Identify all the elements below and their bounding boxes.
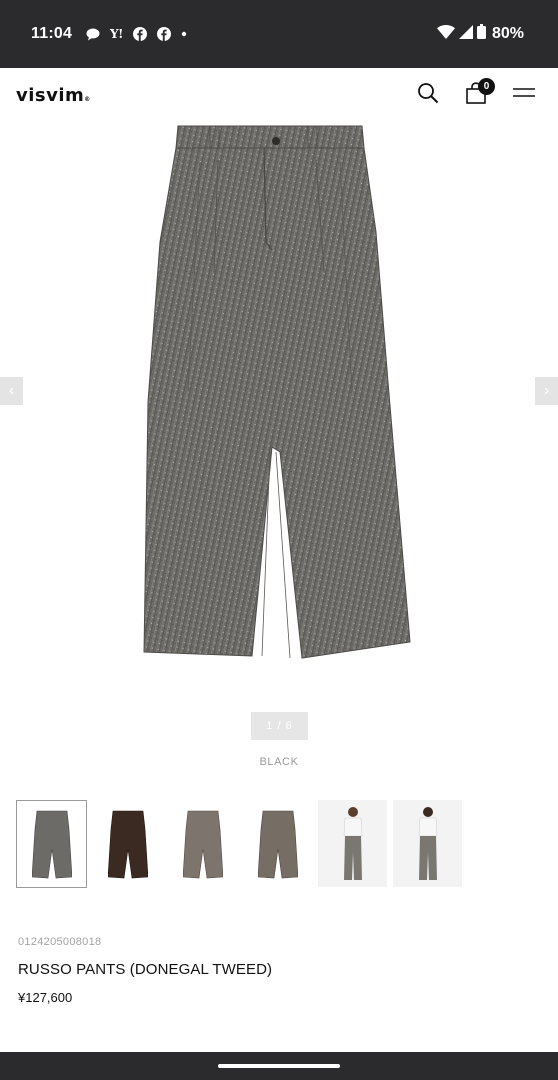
product-info: 0124205008018 RUSSO PANTS (DONEGAL TWEED… xyxy=(18,936,272,1005)
battery-level: 80% xyxy=(491,25,524,42)
battery-icon xyxy=(476,24,486,44)
color-name: BLACK xyxy=(259,756,299,768)
product-gallery: ‹ › xyxy=(0,122,558,702)
status-right: 80% xyxy=(436,24,524,44)
facebook-icon xyxy=(132,27,147,41)
cart-button[interactable]: 0 xyxy=(456,75,496,115)
gallery-next-button[interactable]: › xyxy=(535,377,558,405)
product-main-image[interactable] xyxy=(140,122,415,667)
header-actions: 0 xyxy=(408,75,544,115)
logo-mark: ® xyxy=(84,95,91,103)
cell-signal-icon xyxy=(458,24,473,44)
status-bar: 11:04 Y! 80% xyxy=(0,0,558,68)
status-time: 11:04 xyxy=(31,25,73,42)
facebook-icon xyxy=(156,27,171,41)
product-sku: 0124205008018 xyxy=(18,936,102,948)
yahoo-icon: Y! xyxy=(110,27,123,41)
thumbnail-grey[interactable] xyxy=(16,800,87,888)
thumbnail-model-front[interactable] xyxy=(318,800,387,887)
hamburger-menu-icon xyxy=(513,86,535,104)
home-gesture-handle[interactable] xyxy=(218,1064,340,1068)
menu-button[interactable] xyxy=(504,75,544,115)
thumbnail-taupe[interactable] xyxy=(168,800,237,887)
wifi-icon xyxy=(436,24,455,44)
thumbnail-brown[interactable] xyxy=(93,800,162,887)
thumbnail-taupe-alt[interactable] xyxy=(243,800,312,887)
search-icon xyxy=(417,82,439,109)
dot-icon xyxy=(181,31,187,37)
thumbnail-model-back[interactable] xyxy=(393,800,462,887)
product-name: RUSSO PANTS (DONEGAL TWEED) xyxy=(18,961,273,978)
gallery-pager: 1 / 6 xyxy=(251,712,308,740)
chat-bubble-icon xyxy=(86,28,100,41)
brand-logo[interactable]: visvim® xyxy=(16,85,91,106)
navigation-gesture-bar xyxy=(0,1052,558,1080)
site-header: visvim® 0 xyxy=(0,68,558,122)
product-price: ¥127,600 xyxy=(18,990,73,1005)
gallery-prev-button[interactable]: ‹ xyxy=(0,377,23,405)
cart-count-badge: 0 xyxy=(478,78,495,95)
logo-text: visvim xyxy=(16,84,85,106)
thumbnail-strip xyxy=(16,800,462,888)
search-button[interactable] xyxy=(408,75,448,115)
notification-icons: Y! xyxy=(86,27,187,41)
